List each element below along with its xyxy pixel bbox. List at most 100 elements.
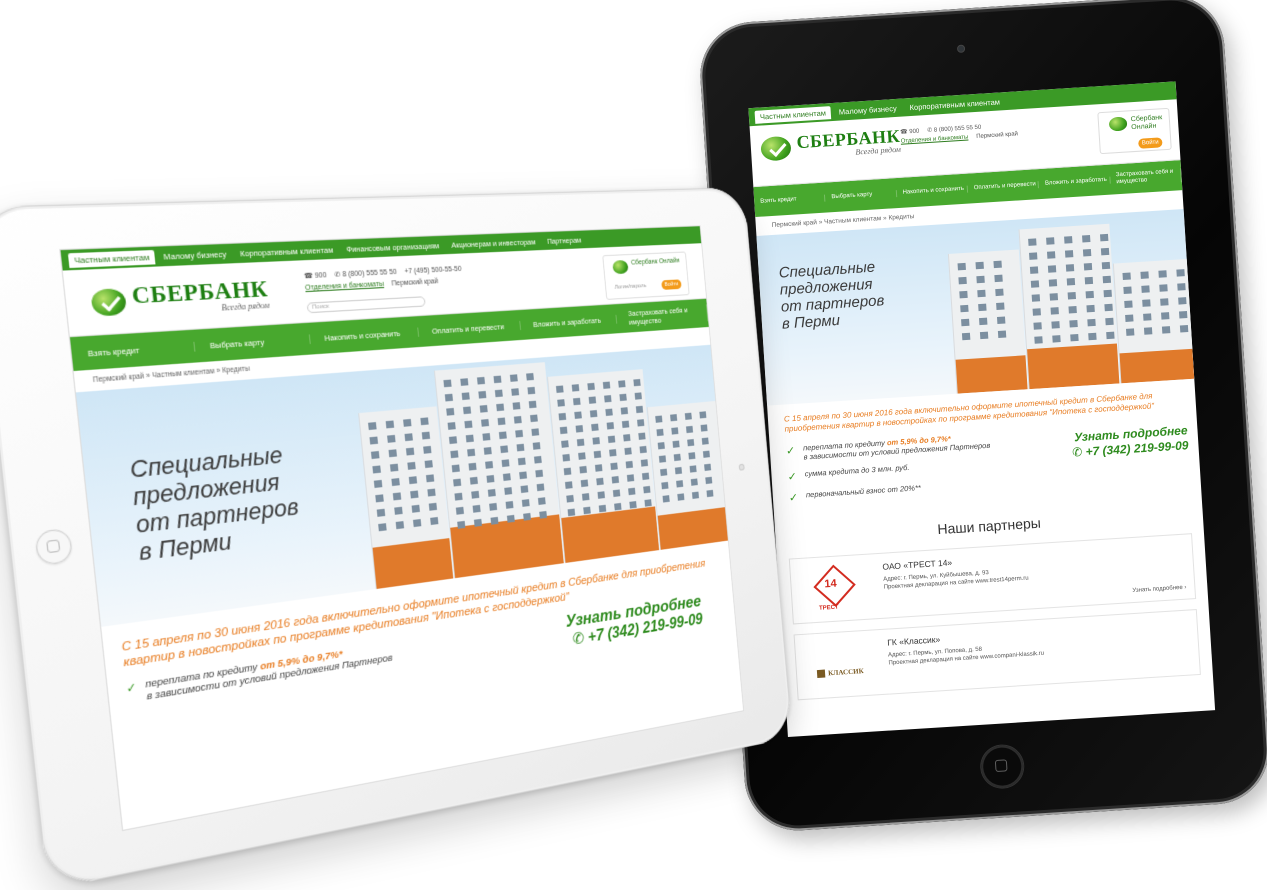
building-window xyxy=(560,427,568,435)
building-window xyxy=(1125,314,1133,321)
building-window xyxy=(958,277,966,284)
top-nav-item-private[interactable]: Частным клиентам xyxy=(68,249,156,267)
main-nav-item-invest[interactable]: Вложить и заработать xyxy=(520,314,617,329)
building-window xyxy=(699,411,706,418)
top-nav-item-partners[interactable]: Партнерам xyxy=(542,233,586,248)
top-nav-item-financial[interactable]: Финансовым организациям xyxy=(341,238,445,256)
building-window xyxy=(527,387,535,395)
building-window xyxy=(998,330,1006,337)
building-window xyxy=(426,474,434,482)
building-window xyxy=(1034,336,1042,343)
trest-logo-caption: ТРЕСТ xyxy=(819,605,839,612)
main-nav-item-pay[interactable]: Оплатить и перевести xyxy=(418,321,521,337)
building-window xyxy=(958,263,966,270)
building-window xyxy=(1033,322,1041,329)
main-nav-item-save[interactable]: Накопить и сохранить xyxy=(310,327,419,343)
building-window xyxy=(609,449,616,456)
search-input[interactable]: Поиск xyxy=(307,296,426,313)
building-window xyxy=(495,390,503,398)
top-nav-item-private[interactable]: Частным клиентам xyxy=(754,106,831,124)
building-window xyxy=(1124,300,1132,307)
building-window xyxy=(576,425,584,432)
building-window xyxy=(568,509,576,517)
partner-more-link[interactable]: Узнать подробнее › xyxy=(1132,585,1186,594)
building-window xyxy=(1047,251,1055,258)
building-window xyxy=(538,497,546,505)
logo[interactable]: СБЕРБАНК Всегда рядом xyxy=(90,277,270,320)
main-nav-item-pay[interactable]: Оплатить и перевести xyxy=(968,181,1040,192)
building-window xyxy=(660,469,667,476)
klassik-logo-text: КЛАССИК xyxy=(817,667,864,678)
building-window xyxy=(690,465,697,472)
building-window xyxy=(1179,311,1187,318)
building-window xyxy=(503,473,511,481)
building-window xyxy=(533,442,541,450)
building-window xyxy=(1126,328,1134,335)
building-window xyxy=(613,489,620,497)
building-window xyxy=(466,435,474,443)
main-nav-item-credit[interactable]: Взять кредит xyxy=(754,194,826,205)
building-window xyxy=(535,470,543,478)
benefit-text: первоначальный взнос от 20%** xyxy=(806,483,921,499)
top-nav-item-small-business[interactable]: Малому бизнесу xyxy=(833,101,902,118)
building-window xyxy=(605,409,612,416)
top-nav-item-corporate[interactable]: Корпоративным клиентам xyxy=(234,242,339,260)
trest-logo-number: 14 xyxy=(824,578,837,591)
online-login-button[interactable]: Войти xyxy=(661,279,682,290)
building-window xyxy=(629,501,636,509)
building-window xyxy=(474,519,482,527)
main-nav-item-card[interactable]: Выбрать карту xyxy=(825,190,897,201)
building-window xyxy=(643,486,650,493)
building-window xyxy=(1100,234,1108,241)
region-select[interactable]: Пермский край xyxy=(391,276,439,290)
partner-name: ГК «Классик» xyxy=(887,634,941,647)
home-button[interactable] xyxy=(34,528,73,566)
building-window xyxy=(1161,312,1169,319)
building-window xyxy=(468,463,476,471)
home-square-icon xyxy=(995,759,1008,772)
building-window xyxy=(518,458,526,466)
building-window xyxy=(390,464,398,472)
building-window xyxy=(369,437,378,445)
building-window xyxy=(996,303,1004,310)
building-window xyxy=(564,468,572,476)
building-window xyxy=(637,419,644,426)
building-window xyxy=(1085,277,1093,284)
main-nav-item-insure[interactable]: Застраховать себя и имущество xyxy=(616,304,708,327)
building-window xyxy=(640,446,647,453)
main-nav-item-invest[interactable]: Вложить и заработать xyxy=(1039,176,1111,187)
building-window xyxy=(534,456,542,464)
building-window xyxy=(457,521,465,529)
building-window xyxy=(594,451,602,459)
online-login-button[interactable]: Войти xyxy=(1138,137,1163,148)
building-window xyxy=(498,418,506,426)
building-window xyxy=(556,385,564,392)
region-select[interactable]: Пермский край xyxy=(976,130,1018,142)
building-window xyxy=(484,447,492,455)
building-window xyxy=(621,407,628,414)
online-login-label: Логин/пароль xyxy=(614,283,646,291)
building-window xyxy=(670,414,677,421)
building-window xyxy=(691,478,698,485)
logo[interactable]: СБЕРБАНК Всегда рядом xyxy=(760,127,901,163)
main-nav-item-credit[interactable]: Взять кредит xyxy=(71,341,195,359)
building-window xyxy=(481,419,489,427)
main-nav-item-insure[interactable]: Застраховать себя и имущество xyxy=(1110,168,1182,186)
building-window xyxy=(995,289,1003,296)
offices-link[interactable]: Отделения и банкоматы xyxy=(305,279,385,295)
building-window xyxy=(578,452,586,460)
main-nav-item-save[interactable]: Накопить и сохранить xyxy=(896,185,968,196)
top-nav-item-small-business[interactable]: Малому бизнесу xyxy=(157,247,232,264)
building-window xyxy=(422,432,430,440)
building-window xyxy=(378,523,387,531)
building-window xyxy=(1030,266,1038,273)
learn-more[interactable]: Узнать подробнее ✆ +7 (342) 219-99-09 xyxy=(565,592,704,652)
partner-card[interactable]: КЛАССИК ГК «Классик» Адрес: г. Пермь, ул… xyxy=(794,609,1201,700)
building-window xyxy=(604,395,611,402)
home-button[interactable] xyxy=(980,744,1025,789)
main-nav-item-card[interactable]: Выбрать карту xyxy=(194,334,310,351)
home-square-icon xyxy=(46,539,60,553)
building-window xyxy=(425,460,433,468)
top-nav-item-investors[interactable]: Акционерам и инвесторам xyxy=(446,235,541,252)
building-window xyxy=(591,424,599,431)
